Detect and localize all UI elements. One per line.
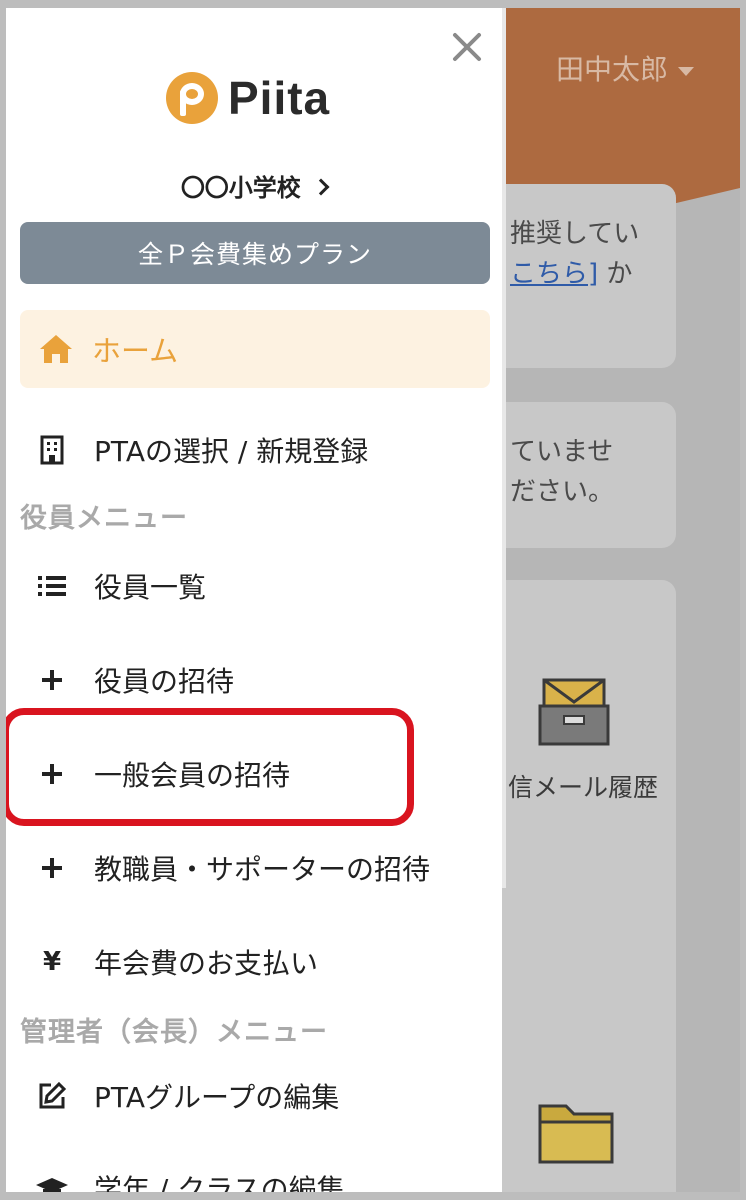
nav-label: PTAグループの編集	[94, 1081, 340, 1114]
building-icon	[36, 434, 68, 466]
notice-text: 推奨してい こちら] か	[510, 219, 640, 289]
caret-down-icon	[678, 66, 695, 76]
nav-item-edit-grade-class[interactable]: 学年 / クラスの編集	[20, 1158, 490, 1192]
nav-item-invite-staff[interactable]: 教職員・サポーターの招待	[20, 838, 490, 898]
graduation-cap-icon	[36, 1172, 68, 1192]
section-officer-menu: 役員メニュー	[20, 503, 188, 534]
app-frame: 田中太郎 推奨してい こちら] か ていませ ださい。 信メール履歴 Piita	[6, 8, 740, 1192]
user-name: 田中太郎	[556, 53, 669, 86]
nav-label: 年会費のお支払い	[94, 947, 319, 980]
chevron-right-icon	[312, 178, 330, 196]
school-selector[interactable]: 〇〇小学校	[6, 168, 502, 203]
nav-home-label: ホーム	[92, 334, 179, 368]
plan-button[interactable]: 全Ｐ会費集めプラン	[20, 222, 490, 284]
nav-item-edit-pta-group[interactable]: PTAグループの編集	[20, 1066, 490, 1126]
nav-item-annual-fee[interactable]: ¥ 年会費のお支払い	[20, 932, 490, 992]
mail-inbox-icon[interactable]	[538, 676, 610, 746]
warning-text: ていませ ださい。	[510, 437, 615, 507]
nav-label: 学年 / クラスの編集	[94, 1173, 345, 1192]
nav-label: 役員一覧	[94, 571, 207, 604]
side-drawer: Piita 〇〇小学校 全Ｐ会費集めプラン ホーム PTAの選択 / 新規登録 …	[6, 8, 502, 1192]
home-icon	[38, 333, 74, 365]
highlight-annotation	[6, 708, 414, 826]
nav-item-pta-select[interactable]: PTAの選択 / 新規登録	[20, 420, 490, 480]
nav-item-officer-list[interactable]: 役員一覧	[20, 556, 490, 616]
nav-label: PTAの選択 / 新規登録	[94, 435, 369, 468]
logo-text: Piita	[228, 72, 331, 124]
plus-icon	[36, 852, 68, 884]
edit-icon	[36, 1080, 68, 1112]
nav-label: 役員の招待	[94, 665, 235, 698]
folder-icon[interactable]	[536, 1096, 616, 1166]
nav-label: 教職員・サポーターの招待	[94, 853, 431, 886]
nav-item-home[interactable]: ホーム	[20, 310, 490, 388]
plus-icon	[36, 664, 68, 696]
app-logo[interactable]: Piita	[166, 70, 330, 126]
tile-mail-label[interactable]: 信メール履歴	[508, 768, 658, 804]
list-icon	[36, 570, 68, 602]
yen-icon: ¥	[42, 947, 62, 977]
section-admin-menu: 管理者（会長）メニュー	[20, 1017, 328, 1048]
notice-link[interactable]: こちら]	[510, 259, 598, 289]
close-icon[interactable]	[450, 30, 484, 64]
piita-logo-icon	[166, 72, 218, 124]
user-menu[interactable]: 田中太郎	[556, 48, 695, 88]
nav-item-invite-officer[interactable]: 役員の招待	[20, 650, 490, 710]
school-name: 〇〇小学校	[180, 174, 301, 202]
